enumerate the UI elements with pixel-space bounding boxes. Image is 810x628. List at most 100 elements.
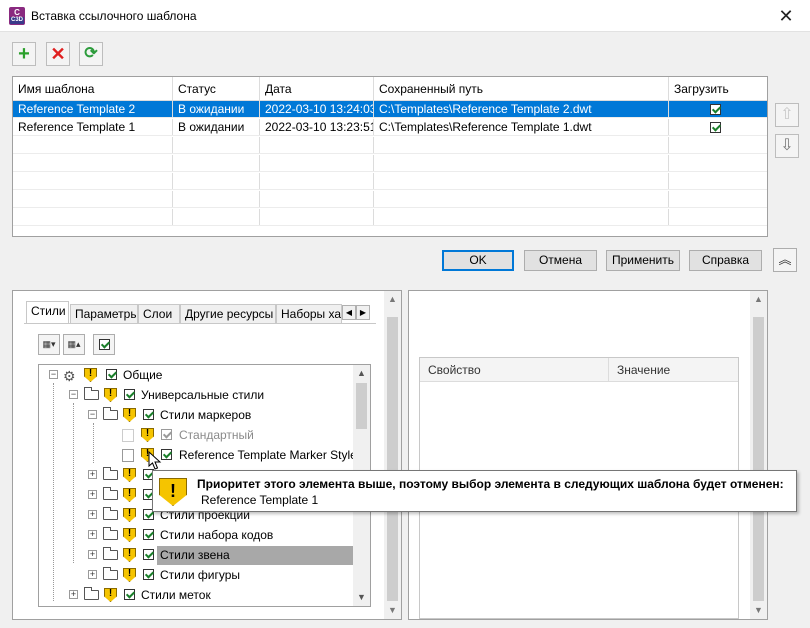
window-title: Вставка ссылочного шаблона: [31, 9, 197, 23]
gear-icon: ⚙: [63, 368, 76, 384]
check-all-button[interactable]: [93, 334, 115, 355]
tab-other-resources[interactable]: Другие ресурсы: [180, 304, 276, 324]
template-name: Reference Template 2: [13, 101, 173, 117]
tab-parameters[interactable]: Параметры: [70, 304, 138, 324]
tree-item-shape-styles[interactable]: + Стили фигуры: [39, 565, 353, 585]
template-date: 2022-03-10 13:24:03: [260, 101, 374, 117]
title-bar: C C3D Вставка ссылочного шаблона ✕: [0, 0, 810, 32]
tree-item-general[interactable]: − ⚙ Общие: [39, 365, 353, 385]
refresh-button[interactable]: ⟳: [79, 42, 103, 66]
tree-item-standard[interactable]: Стандартный: [39, 425, 353, 445]
move-up-button[interactable]: ⇧: [775, 103, 799, 127]
tab-layers[interactable]: Слои: [138, 304, 180, 324]
column-header-value[interactable]: Значение: [609, 358, 670, 382]
tree-item-label: Стили фигуры: [160, 568, 241, 582]
remove-template-button[interactable]: ✕: [46, 42, 70, 66]
move-down-button[interactable]: ⇩: [775, 134, 799, 158]
tab-styles[interactable]: Стили: [26, 301, 69, 324]
tree-item-link-styles[interactable]: + Стили звена: [39, 545, 353, 565]
tree-item-label: Стили меток: [141, 588, 211, 602]
folder-icon: [103, 407, 118, 420]
tree-checkbox[interactable]: [124, 389, 135, 400]
column-header-status[interactable]: Статус: [173, 77, 260, 100]
folder-icon: [103, 507, 118, 520]
folder-icon: [103, 467, 118, 480]
tab-property-sets[interactable]: Наборы хар: [276, 304, 342, 324]
column-header-date[interactable]: Дата: [260, 77, 374, 100]
collapse-button[interactable]: ︽: [773, 248, 797, 272]
expand-icon[interactable]: +: [69, 590, 78, 599]
column-header-load[interactable]: Загрузить: [669, 77, 767, 100]
tree-item-label: Стили маркеров: [160, 408, 252, 422]
tree-item-reference-marker-style[interactable]: Reference Template Marker Style: [39, 445, 357, 465]
collapse-icon[interactable]: −: [69, 390, 78, 399]
expand-icon[interactable]: +: [88, 550, 97, 559]
warning-icon: [123, 488, 136, 502]
column-header-name[interactable]: Имя шаблона: [13, 77, 173, 100]
collapse-icon[interactable]: −: [49, 370, 58, 379]
warning-icon: [123, 408, 136, 422]
folder-icon: [103, 527, 118, 540]
tree-checkbox[interactable]: [143, 409, 154, 420]
tree-item-label: Общие: [123, 368, 163, 382]
apply-button[interactable]: Применить: [606, 250, 680, 271]
warning-icon: [104, 388, 117, 402]
styles-pane: Стили Параметры Слои Другие ресурсы Набо…: [12, 290, 402, 620]
column-header-property[interactable]: Свойство: [420, 358, 481, 382]
table-header: Имя шаблона Статус Дата Сохраненный путь…: [13, 77, 767, 101]
tree-checkbox[interactable]: [161, 429, 172, 440]
expand-icon[interactable]: +: [88, 490, 97, 499]
tree-item-code-set-styles[interactable]: + Стили набора кодов: [39, 525, 353, 545]
warning-icon: [123, 548, 136, 562]
properties-header: Свойство Значение: [420, 358, 738, 382]
warning-icon: [123, 508, 136, 522]
cancel-button[interactable]: Отмена: [524, 250, 597, 271]
warning-icon: [141, 428, 154, 442]
scrollbar-thumb[interactable]: [356, 383, 367, 429]
tree-item-label-styles[interactable]: + Стили меток: [39, 585, 353, 605]
load-checkbox[interactable]: [710, 122, 721, 134]
expand-icon[interactable]: +: [88, 510, 97, 519]
mouse-cursor-icon: [148, 451, 162, 470]
expand-all-button[interactable]: ▦▾: [38, 334, 60, 355]
tree-checkbox[interactable]: [143, 529, 154, 540]
warning-icon: [123, 568, 136, 582]
tab-scroll-left-icon[interactable]: ◀: [342, 305, 356, 320]
tree-checkbox[interactable]: [106, 369, 117, 380]
expand-icon[interactable]: +: [88, 470, 97, 479]
template-path: C:\Templates\Reference Template 2.dwt: [374, 101, 669, 117]
table-row[interactable]: Reference Template 1 В ожидании 2022-03-…: [13, 119, 767, 136]
tab-scroll: ◀ ▶: [342, 304, 372, 320]
expand-icon[interactable]: +: [88, 530, 97, 539]
pane-scrollbar[interactable]: ▲ ▼: [384, 291, 401, 619]
template-status: В ожидании: [173, 101, 260, 117]
add-template-button[interactable]: +: [12, 42, 36, 66]
app-icon: C C3D: [9, 7, 25, 25]
tree-checkbox[interactable]: [143, 569, 154, 580]
tree-checkbox[interactable]: [124, 589, 135, 600]
tree-item-label: Универсальные стили: [141, 388, 265, 402]
folder-icon: [103, 547, 118, 560]
style-icon: [122, 449, 134, 462]
column-header-path[interactable]: Сохраненный путь: [374, 77, 669, 100]
load-checkbox[interactable]: [710, 104, 721, 116]
properties-scrollbar[interactable]: ▲ ▼: [750, 291, 767, 619]
scrollbar-thumb[interactable]: [753, 317, 764, 601]
tab-scroll-right-icon[interactable]: ▶: [356, 305, 370, 320]
tree-checkbox[interactable]: [143, 549, 154, 560]
scrollbar-thumb[interactable]: [387, 317, 398, 601]
tree-item-universal-styles[interactable]: − Универсальные стили: [39, 385, 353, 405]
expand-icon[interactable]: +: [88, 570, 97, 579]
close-button[interactable]: ✕: [764, 2, 808, 30]
empty-row: [13, 137, 767, 154]
ok-button[interactable]: OK: [442, 250, 514, 271]
help-button[interactable]: Справка: [689, 250, 762, 271]
collapse-all-button[interactable]: ▦▴: [63, 334, 85, 355]
tree-checkbox[interactable]: [161, 449, 172, 460]
load-cell: [669, 101, 767, 117]
warning-icon: [104, 588, 117, 602]
empty-row: [13, 173, 767, 190]
table-row[interactable]: Reference Template 2 В ожидании 2022-03-…: [13, 101, 767, 118]
collapse-icon[interactable]: −: [88, 410, 97, 419]
tree-item-marker-styles[interactable]: − Стили маркеров: [39, 405, 353, 425]
